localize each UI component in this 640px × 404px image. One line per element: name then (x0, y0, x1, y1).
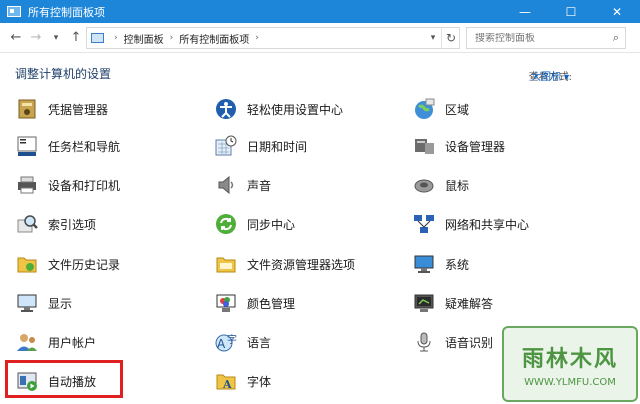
address-dropdown-icon[interactable]: ▾ (425, 33, 441, 43)
item-indexing-options[interactable]: 索引选项 (15, 209, 96, 239)
item-label: 设备和打印机 (48, 178, 121, 193)
item-label: 轻松使用设置中心 (247, 102, 344, 117)
item-label: 文件历史记录 (48, 257, 121, 272)
item-credential-manager[interactable]: 凭据管理器 (15, 94, 108, 124)
item-display[interactable]: 显示 (15, 288, 72, 318)
item-taskbar-navigation[interactable]: 任务栏和导航 (15, 131, 120, 161)
item-label: 凭据管理器 (48, 102, 109, 117)
region-icon (412, 97, 436, 121)
sync-icon (214, 212, 238, 236)
item-color-management[interactable]: 颜色管理 (214, 288, 295, 318)
close-button[interactable]: ✕ (594, 0, 640, 23)
watermark-logo: 雨林木风 WWW.YLMFU.COM (502, 326, 638, 402)
item-label: 系统 (445, 257, 470, 272)
item-label: 设备管理器 (445, 139, 506, 154)
item-label: 疑难解答 (445, 296, 494, 311)
item-network-sharing[interactable]: 网络和共享中心 (412, 209, 529, 239)
item-label: 用户帐户 (48, 335, 97, 350)
item-devices-printers[interactable]: 设备和打印机 (15, 170, 120, 200)
item-sync-center[interactable]: 同步中心 (214, 209, 295, 239)
svg-text:A: A (217, 337, 226, 351)
svg-text:字: 字 (227, 333, 237, 346)
speaker-icon (214, 173, 238, 197)
item-language[interactable]: A字 语言 (214, 327, 271, 357)
microphone-icon (412, 330, 436, 354)
item-label: 索引选项 (48, 217, 97, 232)
item-date-time[interactable]: 日期和时间 (214, 131, 307, 161)
indexing-icon (15, 212, 39, 236)
item-speech-recognition[interactable]: 语音识别 (412, 327, 493, 357)
item-label: 声音 (247, 178, 272, 193)
network-icon (412, 212, 436, 236)
item-user-accounts[interactable]: 用户帐户 (15, 327, 96, 357)
svg-text:A: A (222, 378, 232, 391)
back-button[interactable]: ← (6, 27, 26, 49)
search-input[interactable] (475, 32, 605, 44)
item-sound[interactable]: 声音 (214, 170, 271, 200)
search-box[interactable]: ⌕ (466, 27, 626, 49)
color-management-icon (214, 291, 238, 315)
item-label: 语音识别 (445, 335, 494, 350)
item-label: 显示 (48, 296, 73, 311)
watermark-title: 雨林木风 (521, 346, 618, 372)
item-label: 语言 (247, 335, 272, 350)
item-label: 任务栏和导航 (48, 139, 121, 154)
window-title: 所有控制面板项 (28, 5, 105, 19)
item-device-manager[interactable]: 设备管理器 (412, 131, 505, 161)
breadcrumb-separator-icon[interactable]: › (114, 33, 118, 43)
minimize-button[interactable]: — (502, 0, 548, 23)
item-mouse[interactable]: 鼠标 (412, 170, 469, 200)
address-toolbar: ← → ▾ ↑ › 控制面板 › 所有控制面板项 › ▾ ↻ ⌕ (0, 23, 640, 53)
item-fonts[interactable]: A 字体 (214, 366, 271, 396)
breadcrumb-all-items[interactable]: 所有控制面板项 (179, 31, 249, 46)
address-bar[interactable]: › 控制面板 › 所有控制面板项 › ▾ (86, 27, 460, 49)
credential-manager-icon (15, 97, 39, 121)
item-label: 文件资源管理器选项 (247, 257, 356, 272)
view-mode-dropdown[interactable]: 大图标 ▾ (531, 68, 569, 83)
item-label: 颜色管理 (247, 296, 296, 311)
item-system[interactable]: 系统 (412, 249, 469, 279)
watermark-url: WWW.YLMFU.COM (524, 376, 616, 388)
display-icon (15, 291, 39, 315)
maximize-button[interactable]: ☐ (548, 0, 594, 23)
taskbar-icon (15, 134, 39, 158)
page-title: 调整计算机的设置 (15, 67, 112, 81)
item-region[interactable]: 区域 (412, 94, 469, 124)
device-manager-icon (412, 134, 436, 158)
item-file-history[interactable]: 文件历史记录 (15, 249, 120, 279)
user-accounts-icon (15, 330, 39, 354)
breadcrumb-separator-icon[interactable]: › (255, 33, 259, 43)
mouse-icon (412, 173, 436, 197)
item-troubleshooting[interactable]: 疑难解答 (412, 288, 493, 318)
item-file-explorer-options[interactable]: 文件资源管理器选项 (214, 249, 355, 279)
ease-of-access-icon (214, 97, 238, 121)
item-label: 鼠标 (445, 178, 470, 193)
up-button[interactable]: ↑ (66, 27, 86, 49)
item-label: 区域 (445, 102, 470, 117)
window-controls: — ☐ ✕ (502, 0, 640, 23)
recent-locations-dropdown[interactable]: ▾ (46, 27, 66, 49)
file-history-icon (15, 252, 39, 276)
autoplay-highlight-box (5, 360, 123, 398)
printer-icon (15, 173, 39, 197)
control-panel-app-icon (7, 6, 21, 17)
control-panel-icon (91, 33, 104, 43)
breadcrumb-separator-icon[interactable]: › (170, 33, 174, 43)
date-time-icon (214, 134, 238, 158)
language-icon: A字 (214, 330, 238, 354)
breadcrumb-control-panel[interactable]: 控制面板 (124, 31, 164, 46)
forward-button[interactable]: → (26, 27, 46, 49)
item-ease-of-access[interactable]: 轻松使用设置中心 (214, 94, 343, 124)
refresh-button[interactable]: ↻ (441, 27, 460, 49)
system-icon (412, 252, 436, 276)
fonts-icon: A (214, 369, 238, 393)
item-label: 同步中心 (247, 217, 296, 232)
title-bar: 所有控制面板项 — ☐ ✕ (0, 0, 640, 23)
troubleshooting-icon (412, 291, 436, 315)
item-label: 日期和时间 (247, 139, 308, 154)
item-label: 网络和共享中心 (445, 217, 530, 232)
search-icon[interactable]: ⌕ (613, 31, 619, 45)
folder-options-icon (214, 252, 238, 276)
item-label: 字体 (247, 374, 272, 389)
